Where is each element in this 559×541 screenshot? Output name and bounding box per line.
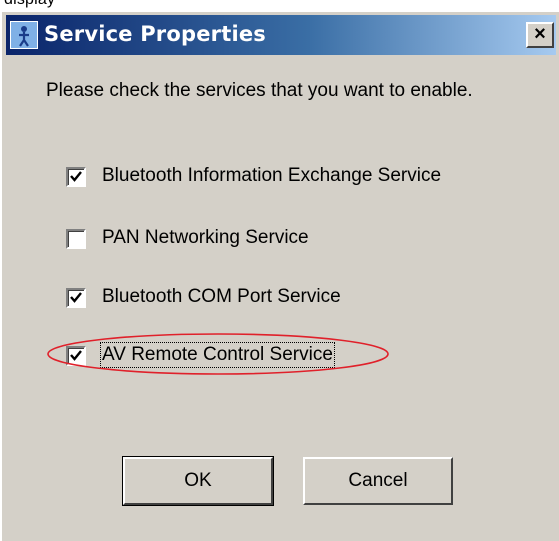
service-label: Bluetooth COM Port Service	[102, 286, 341, 307]
service-properties-dialog: Service Properties × Please check the se…	[0, 10, 559, 541]
close-button[interactable]: ×	[526, 22, 554, 48]
service-label: AV Remote Control Service	[100, 342, 335, 368]
ok-button[interactable]: OK	[122, 456, 274, 506]
instruction-text: Please check the services that you want …	[46, 80, 473, 101]
service-checkbox[interactable]	[66, 346, 86, 366]
checkmark-icon	[70, 350, 82, 361]
cancel-button[interactable]: Cancel	[303, 457, 453, 505]
window-title: Service Properties	[44, 22, 266, 46]
bluetooth-service-icon	[10, 21, 38, 49]
service-checkbox[interactable]	[66, 229, 86, 249]
checkmark-icon	[70, 292, 82, 303]
service-label: PAN Networking Service	[102, 227, 309, 248]
service-checkbox[interactable]	[66, 167, 86, 187]
checkmark-icon	[70, 171, 82, 182]
title-bar[interactable]: Service Properties ×	[6, 15, 556, 55]
service-checkbox[interactable]	[66, 288, 86, 308]
background-text: display	[4, 0, 55, 9]
service-label: Bluetooth Information Exchange Service	[102, 165, 442, 186]
